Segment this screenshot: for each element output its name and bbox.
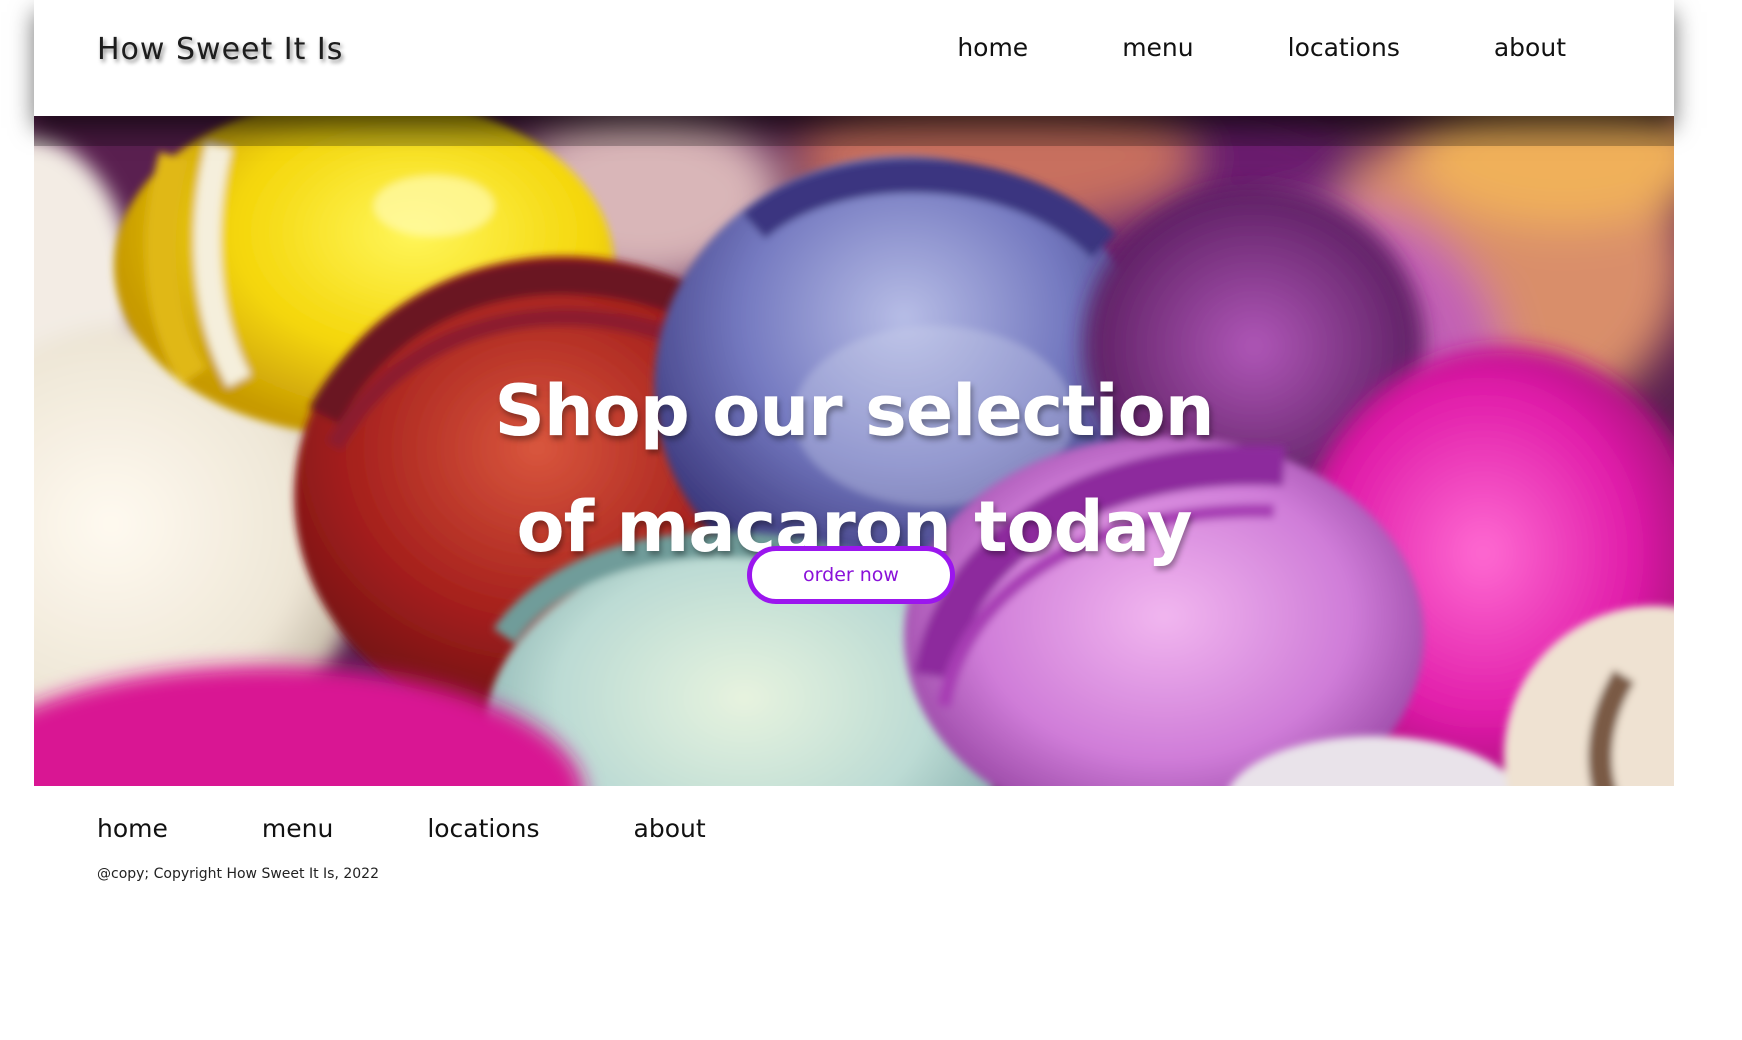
nav-link-locations[interactable]: locations [1288,33,1400,62]
nav-link-menu[interactable]: menu [1122,33,1193,62]
site-footer: home menu locations about @copy; Copyrig… [34,786,1674,906]
main-nav: home menu locations about [957,33,1566,62]
footer-link-about[interactable]: about [634,814,706,843]
order-now-button[interactable]: order now [747,546,955,604]
footer-link-menu[interactable]: menu [262,814,333,843]
nav-link-home[interactable]: home [957,33,1028,62]
footer-nav: home menu locations about [97,814,706,843]
website: How Sweet It Is home menu locations abou… [34,0,1674,906]
hero-headline-line-1: Shop our selection [494,369,1214,452]
copyright-text: @copy; Copyright How Sweet It Is, 2022 [97,866,379,882]
site-header: How Sweet It Is home menu locations abou… [34,0,1674,116]
brand-logo-text[interactable]: How Sweet It Is [97,32,343,67]
nav-link-about[interactable]: about [1494,33,1566,62]
footer-link-home[interactable]: home [97,814,168,843]
hero-section: Shop our selection of macaron today orde… [34,116,1674,786]
footer-link-locations[interactable]: locations [427,814,539,843]
